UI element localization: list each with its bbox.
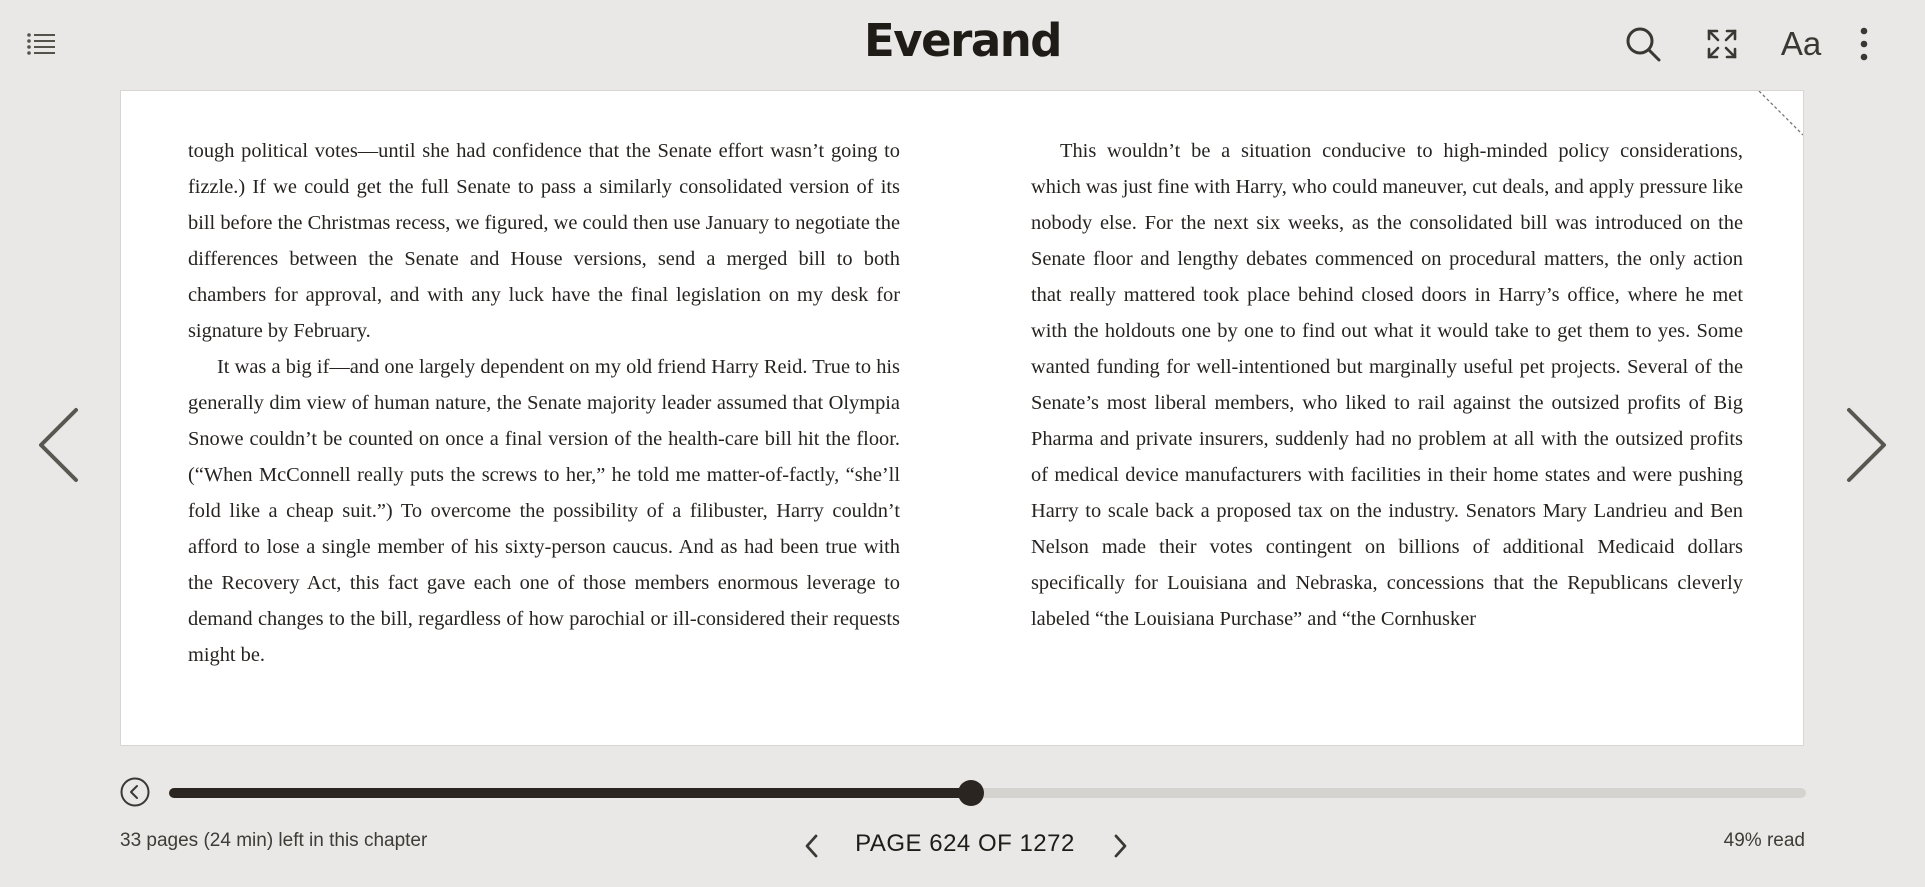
chevron-right-icon[interactable]	[1108, 832, 1132, 860]
book-page: tough political votes—until she had conf…	[120, 90, 1804, 746]
paragraph: tough political votes—until she had conf…	[188, 140, 900, 342]
left-text-column: tough political votes—until she had conf…	[188, 133, 900, 673]
chapter-remaining-text: 33 pages (24 min) left in this chapter	[120, 830, 428, 851]
font-settings-button[interactable]: Aa	[1779, 24, 1823, 64]
search-icon[interactable]	[1623, 24, 1663, 64]
bookmark-corner[interactable]	[1755, 90, 1804, 139]
top-bar: Everand Aa	[0, 0, 1925, 90]
progress-track[interactable]	[169, 780, 1806, 806]
circle-back-icon[interactable]	[120, 777, 150, 807]
right-text-column: This wouldn’t be a situation conducive t…	[1031, 133, 1743, 637]
more-vertical-icon[interactable]	[1846, 24, 1882, 64]
percent-read-text: 49% read	[1723, 830, 1805, 851]
progress-fill	[169, 788, 972, 798]
chevron-left-icon[interactable]	[800, 832, 824, 860]
paragraph: This wouldn’t be a situation conducive t…	[1031, 140, 1743, 630]
reading-progress	[120, 775, 1806, 815]
progress-slider-handle[interactable]	[958, 780, 985, 806]
chevron-left-icon[interactable]	[36, 405, 86, 485]
expand-icon[interactable]	[1702, 24, 1742, 64]
page-number-label: PAGE 624 OF 1272	[855, 830, 1075, 857]
paragraph: It was a big if—and one largely dependen…	[188, 356, 900, 666]
page-navigator: PAGE 624 OF 1272	[790, 820, 1140, 870]
footer: 33 pages (24 min) left in this chapter P…	[0, 820, 1925, 870]
chevron-right-icon[interactable]	[1839, 405, 1889, 485]
